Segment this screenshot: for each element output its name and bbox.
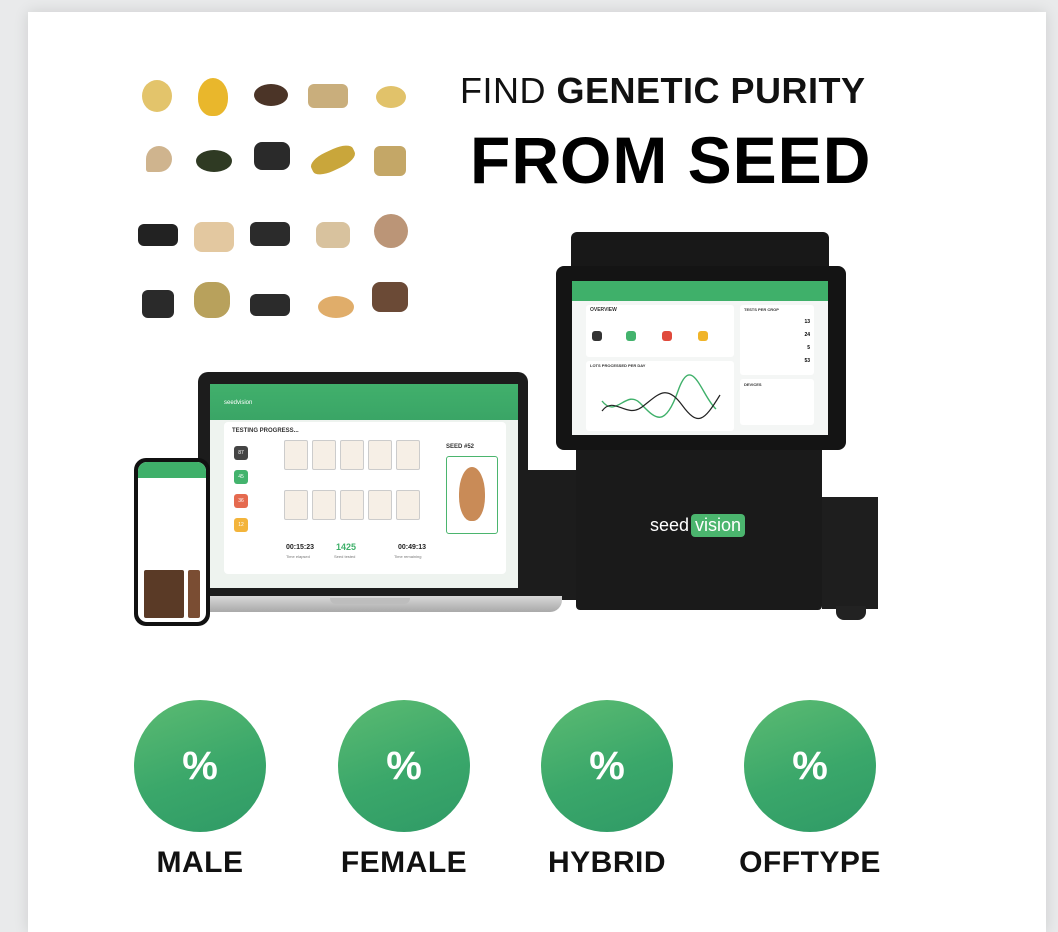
seed-thumbnail[interactable] <box>368 440 392 470</box>
stat-elapsed-label: Time elapsed <box>286 554 310 559</box>
kiosk-screen: OVERVIEW LOTS PROCESSED PER DAY TESTS PE… <box>572 281 828 435</box>
stat-tested-label: Seed tested <box>334 554 356 559</box>
overview-label: OVERVIEW <box>590 307 617 313</box>
overview-panel: OVERVIEW <box>586 305 734 357</box>
seed-thumbnail-grid <box>284 440 428 536</box>
percent-symbol: % <box>386 743 422 788</box>
stat-remaining-label: Time remaining <box>394 554 422 559</box>
seed-image <box>250 222 290 246</box>
seed-thumbnail[interactable] <box>312 490 336 520</box>
seed-image <box>316 222 350 248</box>
kiosk-tray-right <box>822 497 878 609</box>
devices-panel: DEVICES <box>740 379 814 425</box>
metric-female-label: FEMALE <box>340 846 468 879</box>
seed-image <box>138 224 178 246</box>
seed-image <box>146 146 172 172</box>
laptop-topbar <box>210 384 518 420</box>
headline-line-2: FROM SEED <box>470 123 872 197</box>
tests-per-crop-panel: TESTS PER CROP 13 24 5 53 <box>740 305 814 375</box>
seed-thumbnail[interactable] <box>340 490 364 520</box>
phone-seed-photo <box>144 570 184 618</box>
almond-icon <box>459 467 485 521</box>
headline-light-text: FIND <box>460 70 546 111</box>
metric-hybrid-circle: % <box>541 700 673 832</box>
seed-image <box>142 290 174 318</box>
metric-female-circle: % <box>338 700 470 832</box>
headline-bold-text: GENETIC PURITY <box>556 70 866 111</box>
seed-image <box>194 282 230 318</box>
seed-image <box>194 222 234 252</box>
stat-elapsed-value: 00:15:23 <box>286 544 315 551</box>
kiosk-foot <box>836 606 866 620</box>
seed-image <box>372 282 408 312</box>
percent-symbol: % <box>589 743 625 788</box>
stat-tested-value: 1425 <box>336 542 357 552</box>
crop-count: 5 <box>807 345 810 351</box>
crop-count: 53 <box>804 358 810 364</box>
percent-symbol: % <box>182 743 218 788</box>
seed-image <box>254 84 288 106</box>
overview-tile <box>662 331 672 341</box>
seed-image <box>308 84 348 108</box>
seed-thumbnail[interactable] <box>368 490 392 520</box>
seed-detail-image <box>446 456 498 534</box>
crop-count: 24 <box>804 332 810 338</box>
phone-topbar <box>138 462 206 478</box>
seed-image <box>142 80 172 112</box>
count-badge: 36 <box>234 494 248 508</box>
percent-symbol: % <box>792 743 828 788</box>
seed-image <box>318 296 354 318</box>
kiosk-screen-topbar <box>572 281 828 301</box>
laptop-notch <box>330 598 410 604</box>
seed-image <box>376 86 406 108</box>
seed-image <box>254 142 290 170</box>
overview-tile <box>592 331 602 341</box>
kiosk-tray-left <box>528 470 578 600</box>
stat-remaining-value: 00:49:13 <box>398 544 427 551</box>
metric-offtype-circle: % <box>744 700 876 832</box>
metric-male-circle: % <box>134 700 266 832</box>
count-badge: 12 <box>234 518 248 532</box>
testing-progress-panel: TESTING PROGRESS... SEED #52 87 45 36 12 <box>224 422 506 574</box>
seed-thumbnail[interactable] <box>396 440 420 470</box>
laptop-screen: seedvision TESTING PROGRESS... SEED #52 … <box>210 384 518 588</box>
kiosk-brand-logo: seed vision <box>650 514 746 537</box>
seed-image <box>196 150 232 172</box>
seed-image <box>198 78 228 116</box>
phone-screen <box>138 462 206 622</box>
seed-thumbnail[interactable] <box>284 440 308 470</box>
devices-label: DEVICES <box>744 382 762 387</box>
tests-per-crop-label: TESTS PER CROP <box>744 307 779 312</box>
metric-offtype-label: OFFTYPE <box>739 846 881 879</box>
seed-image <box>250 294 290 316</box>
lots-chart-lines <box>601 374 721 420</box>
seed-thumbnail[interactable] <box>312 440 336 470</box>
phone-seed-photo-strip <box>188 570 200 618</box>
brand-text-vision: vision <box>691 514 746 537</box>
laptop-brand: seedvision <box>224 400 253 406</box>
seed-image <box>374 146 406 176</box>
seed-thumbnail[interactable] <box>284 490 308 520</box>
seed-thumbnail[interactable] <box>340 440 364 470</box>
overview-tile <box>626 331 636 341</box>
headline-line-1: FIND GENETIC PURITY <box>460 70 865 112</box>
overview-tile <box>698 331 708 341</box>
metric-male-label: MALE <box>156 846 244 879</box>
crop-count: 13 <box>804 319 810 325</box>
seed-image <box>374 214 408 248</box>
testing-progress-title: TESTING PROGRESS... <box>232 428 299 434</box>
lots-chart-panel: LOTS PROCESSED PER DAY <box>586 361 734 431</box>
brand-text-seed: seed <box>650 515 690 535</box>
seed-thumbnail[interactable] <box>396 490 420 520</box>
seed-title: SEED #52 <box>446 444 475 450</box>
metric-hybrid-label: HYBRID <box>547 846 666 879</box>
count-badge: 87 <box>234 446 248 460</box>
count-badge: 45 <box>234 470 248 484</box>
